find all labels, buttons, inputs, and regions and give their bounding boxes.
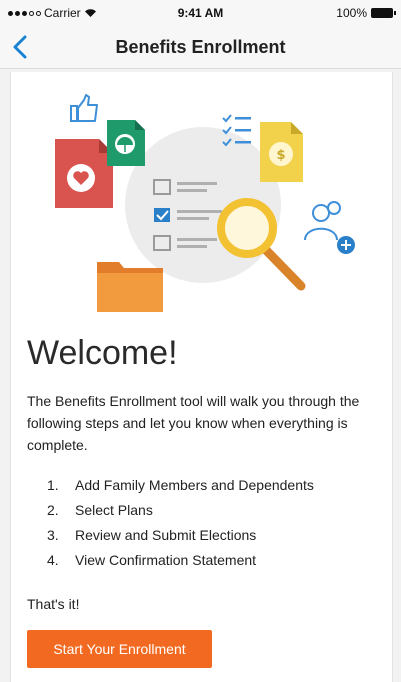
folder-icon	[97, 262, 163, 312]
welcome-heading: Welcome!	[27, 334, 178, 372]
step-number: 4.	[47, 552, 59, 568]
main-content: $ Welcome! The Benefits Enrollment tool …	[10, 72, 393, 682]
battery-indicator: 100%	[336, 6, 396, 20]
battery-icon	[371, 8, 396, 18]
list-item: 2. Select Plans	[47, 502, 314, 527]
step-label: Add Family Members and Dependents	[75, 477, 314, 493]
page-title: Benefits Enrollment	[115, 37, 286, 57]
navigation-bar: Benefits Enrollment	[0, 26, 401, 69]
step-number: 2.	[47, 502, 59, 518]
step-label: Review and Submit Elections	[75, 527, 257, 543]
thumbs-up-icon	[70, 94, 98, 122]
step-label: View Confirmation Statement	[75, 552, 257, 568]
list-item: 3. Review and Submit Elections	[47, 527, 314, 552]
umbrella-document-icon	[107, 120, 145, 166]
step-number: 1.	[47, 477, 59, 493]
battery-percent: 100%	[336, 6, 367, 20]
closing-text: That's it!	[27, 596, 80, 612]
svg-text:$: $	[276, 148, 285, 163]
hero-illustration: $	[55, 94, 355, 312]
heart-document-icon	[55, 139, 113, 208]
add-user-icon	[304, 201, 355, 254]
step-number: 3.	[47, 527, 59, 543]
start-enrollment-button[interactable]: Start Your Enrollment	[27, 630, 212, 668]
step-label: Select Plans	[75, 502, 153, 518]
list-item: 1. Add Family Members and Dependents	[47, 477, 314, 502]
steps-list: 1. Add Family Members and Dependents 2. …	[47, 477, 314, 577]
dollar-document-icon: $	[260, 122, 303, 182]
status-bar: Carrier 9:41 AM 100%	[0, 0, 401, 26]
list-item: 4. View Confirmation Statement	[47, 552, 314, 577]
intro-text: The Benefits Enrollment tool will walk y…	[27, 393, 360, 453]
